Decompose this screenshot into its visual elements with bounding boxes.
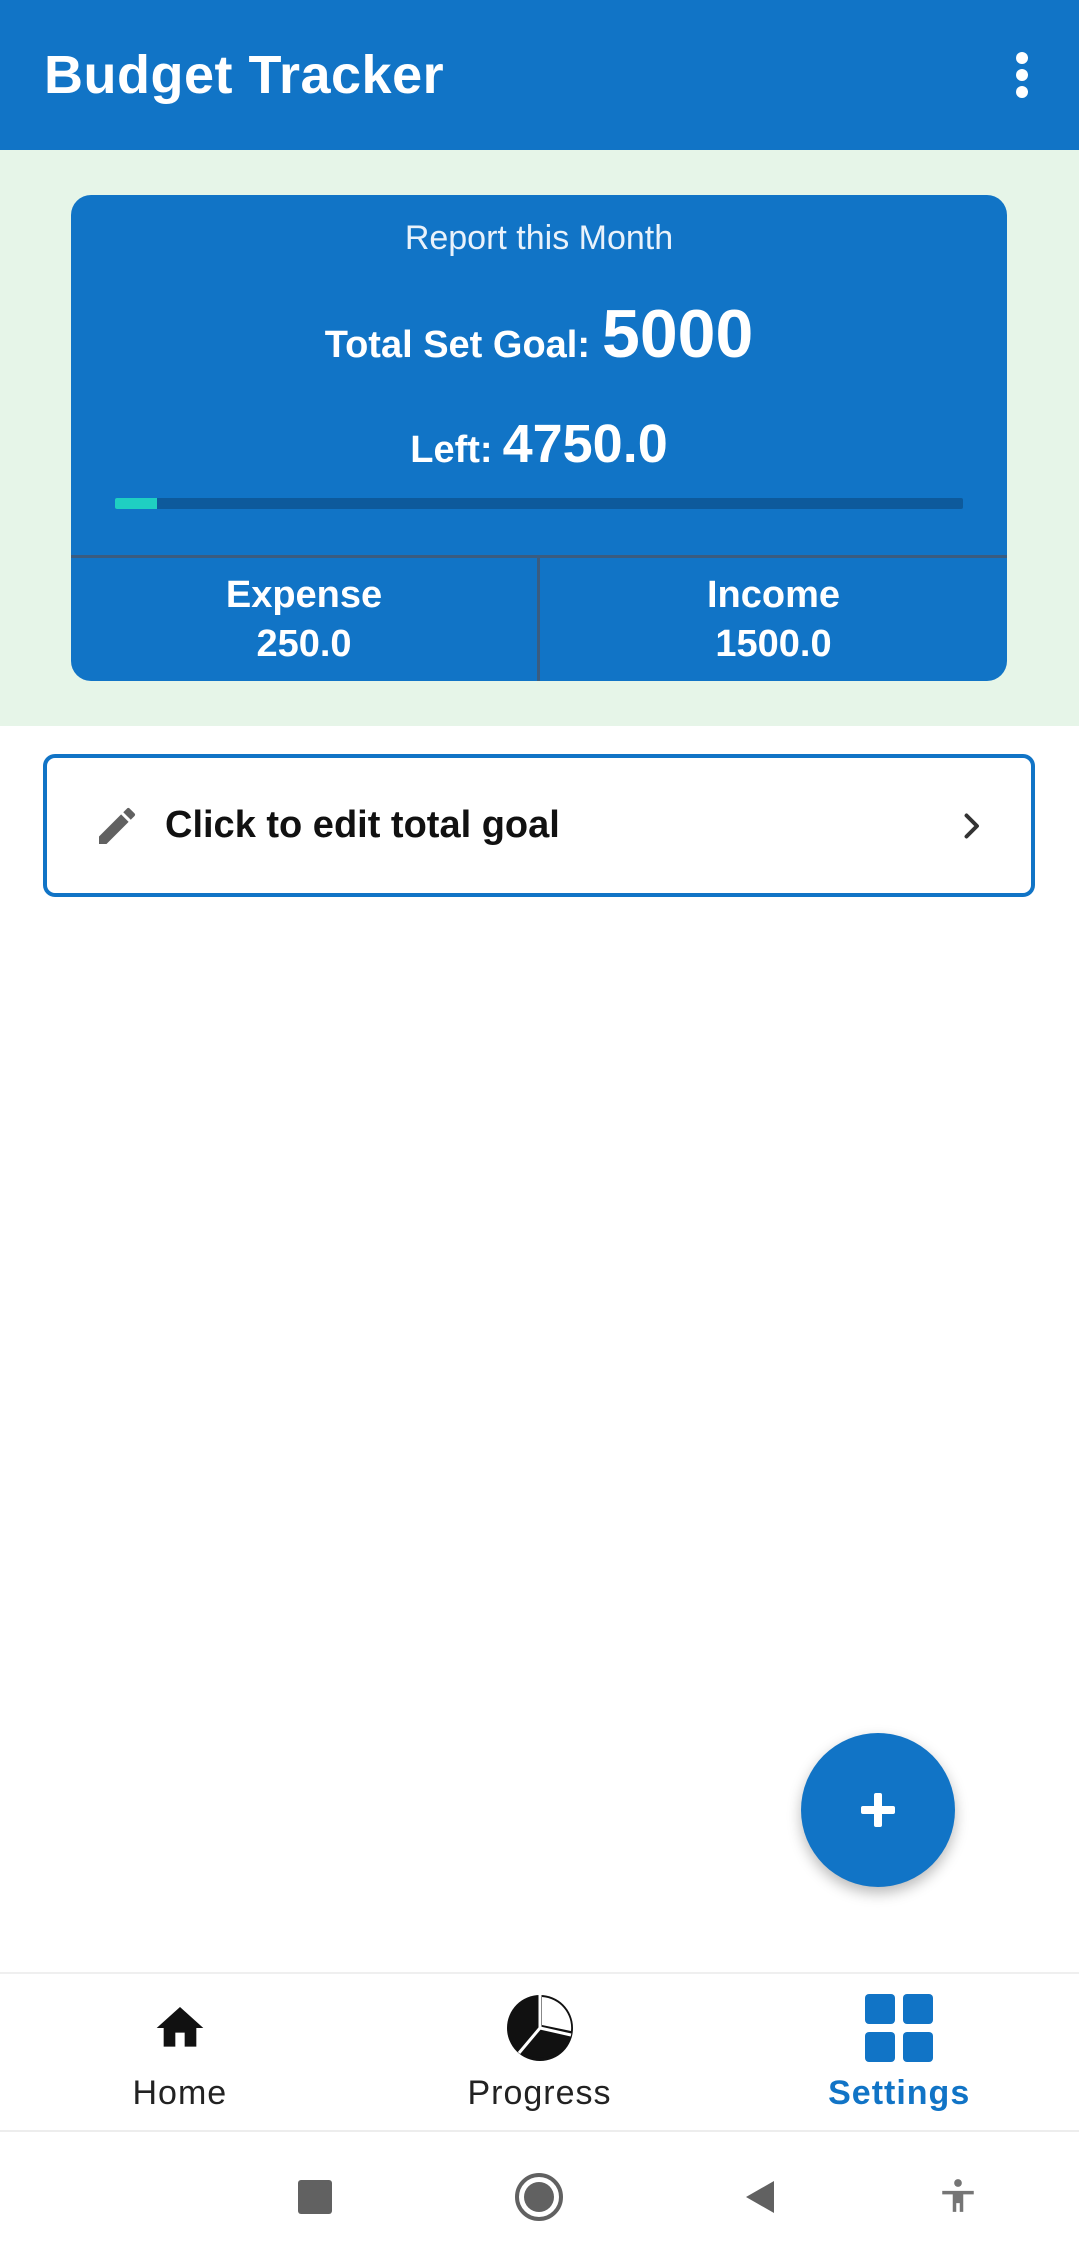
nav-item-home[interactable]: Home	[0, 1974, 360, 2130]
nav-item-progress[interactable]: Progress	[360, 1974, 720, 2130]
app-bar: Budget Tracker	[0, 0, 1079, 150]
pie-chart-icon	[504, 1992, 576, 2064]
home-icon	[144, 1992, 216, 2064]
add-transaction-fab[interactable]	[801, 1733, 955, 1887]
monthly-report-card: Report this Month Total Set Goal: 5000 L…	[71, 195, 1007, 681]
square-icon	[298, 2180, 332, 2214]
chevron-right-icon	[951, 806, 991, 846]
nav-item-settings[interactable]: Settings	[719, 1974, 1079, 2130]
report-title: Report this Month	[404, 219, 674, 257]
recents-button[interactable]	[280, 2162, 350, 2232]
income-value: 1500.0	[715, 622, 832, 665]
expense-label: Expense	[225, 573, 383, 616]
system-navigation-bar	[0, 2130, 1079, 2259]
more-options-button[interactable]	[997, 30, 1047, 120]
remaining-value: 4750.0	[502, 414, 668, 474]
expense-value: 250.0	[256, 622, 352, 665]
total-goal-row: Total Set Goal: 5000	[71, 295, 1007, 373]
grid-icon	[863, 1992, 935, 2064]
nav-label-settings: Settings	[828, 2073, 971, 2112]
nav-label-home: Home	[132, 2073, 228, 2112]
edit-total-goal-label: Click to edit total goal	[165, 804, 560, 846]
total-goal-label: Total Set Goal:	[324, 324, 591, 366]
budget-progress-fill	[115, 498, 158, 509]
more-vert-icon	[1016, 52, 1028, 98]
accessibility-button[interactable]	[923, 2162, 993, 2232]
back-triangle-icon	[746, 2181, 774, 2213]
income-label: Income	[706, 573, 841, 616]
app-title: Budget Tracker	[44, 45, 445, 105]
edit-total-goal-button[interactable]: Click to edit total goal	[43, 754, 1035, 897]
budget-progress-bar	[115, 498, 963, 509]
remaining-row: Left: 4750.0	[71, 413, 1007, 475]
app-screen: Budget Tracker Report this Month Total S…	[0, 0, 1079, 2259]
remaining-label: Left:	[410, 429, 493, 471]
nav-label-progress: Progress	[467, 2073, 612, 2112]
back-button[interactable]	[725, 2162, 795, 2232]
pencil-icon	[91, 800, 143, 852]
total-goal-value: 5000	[602, 296, 754, 372]
bottom-navigation: Home Progress Settings	[0, 1972, 1079, 2130]
expense-stat: Expense 250.0	[71, 558, 537, 681]
circle-home-icon	[515, 2173, 563, 2221]
accessibility-icon	[942, 2179, 974, 2212]
plus-icon	[861, 1793, 895, 1827]
home-system-button[interactable]	[504, 2162, 574, 2232]
income-stat: Income 1500.0	[540, 558, 1007, 681]
